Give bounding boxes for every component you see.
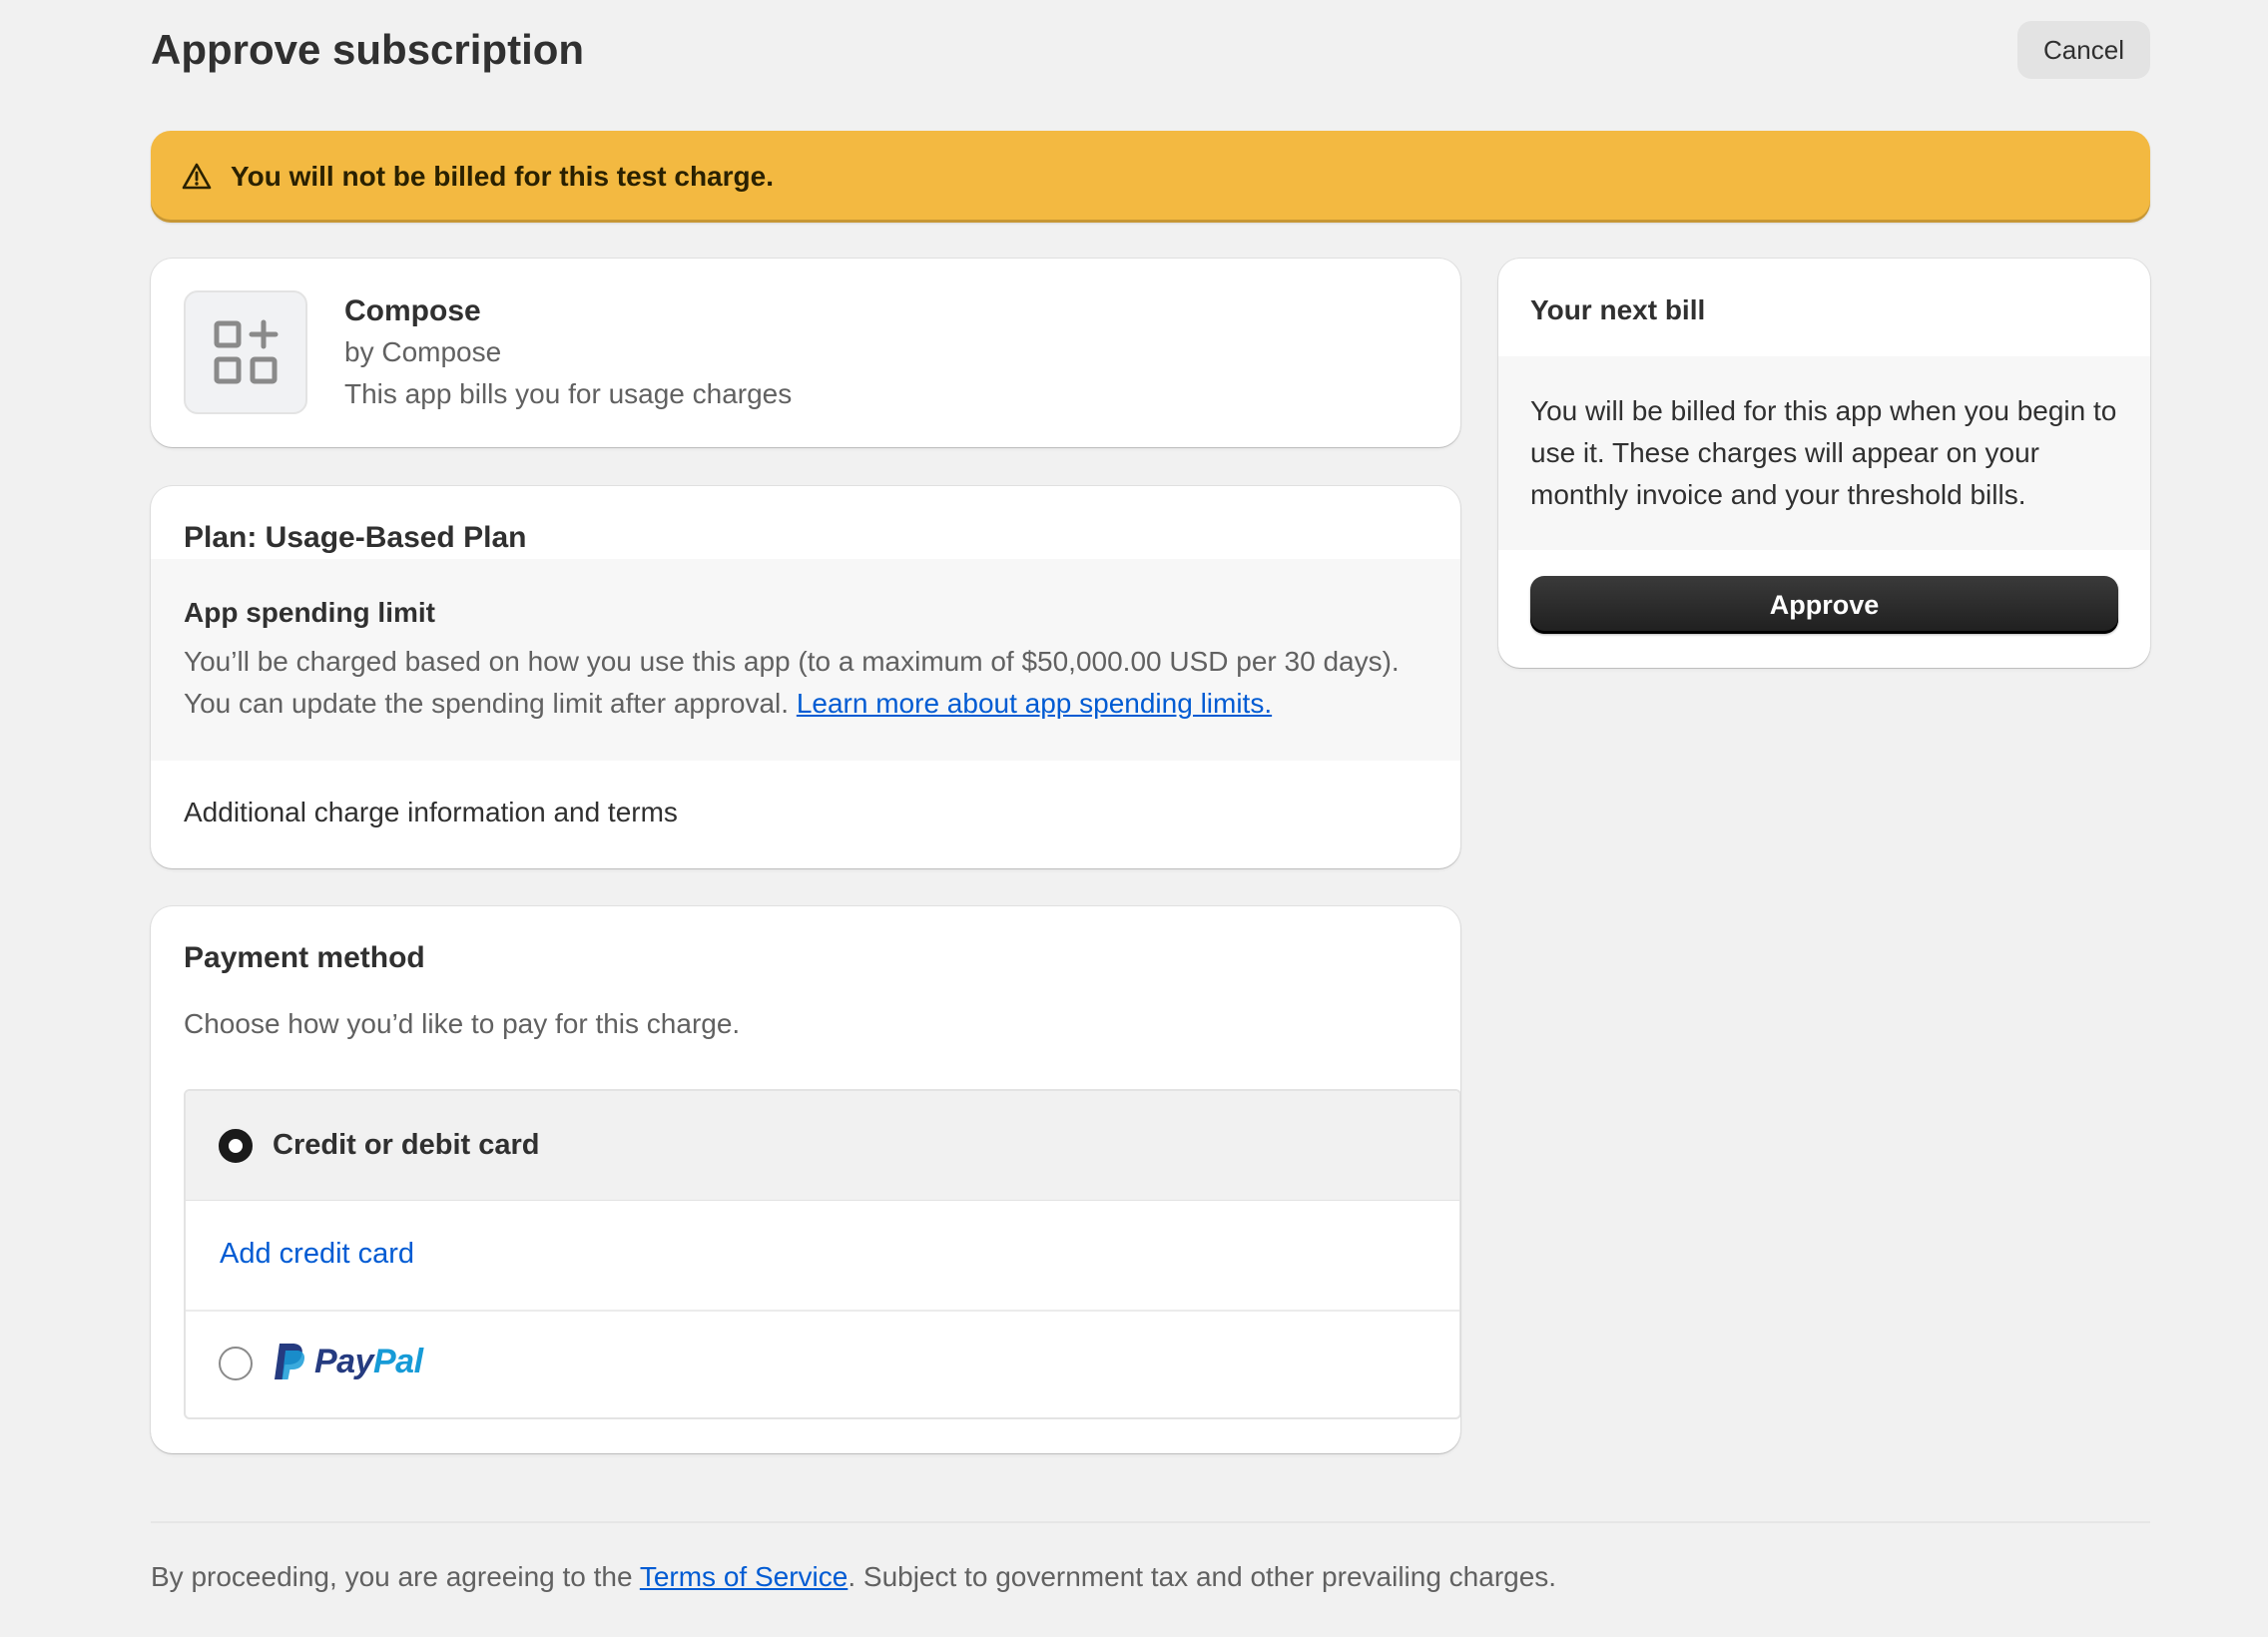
next-bill-title: Your next bill: [1530, 294, 1706, 325]
next-bill-description: You will be billed for this app when you…: [1530, 395, 2117, 510]
banner-text: You will not be billed for this test cha…: [231, 161, 774, 192]
add-credit-card-link[interactable]: Add credit card: [220, 1238, 414, 1271]
test-charge-banner: You will not be billed for this test cha…: [151, 131, 2150, 223]
next-bill-card: Your next bill You will be billed for th…: [1498, 259, 2150, 668]
card-option[interactable]: Credit or debit card: [186, 1091, 1459, 1201]
card-radio[interactable]: [219, 1129, 253, 1163]
spending-limit-description: You’ll be charged based on how you use t…: [184, 641, 1441, 725]
spending-limit-title: App spending limit: [184, 597, 435, 628]
paypal-icon: [275, 1344, 305, 1379]
footer-terms-text: By proceeding, you are agreeing to the T…: [151, 1561, 1556, 1593]
plan-title: Plan: Usage-Based Plan: [184, 521, 527, 554]
terms-of-service-link[interactable]: Terms of Service: [640, 1561, 849, 1592]
footer-prefix: By proceeding, you are agreeing to the: [151, 1561, 640, 1592]
learn-more-spending-limits-link[interactable]: Learn more about app spending limits.: [797, 688, 1272, 719]
app-name: Compose: [344, 294, 481, 327]
paypal-word-pal: Pal: [373, 1342, 423, 1380]
payment-method-subtitle: Choose how you’d like to pay for this ch…: [184, 1008, 741, 1039]
approve-subscription-page: Approve subscription Cancel You will not…: [0, 0, 2268, 1637]
footer-suffix: . Subject to government tax and other pr…: [848, 1561, 1557, 1592]
warning-triangle-icon: [181, 161, 213, 193]
footer-divider: [151, 1521, 2150, 1523]
approve-button[interactable]: Approve: [1530, 576, 2118, 634]
plan-card: Plan: Usage-Based Plan App spending limi…: [151, 486, 1460, 868]
payment-method-title: Payment method: [184, 941, 425, 974]
app-billing-description: This app bills you for usage charges: [344, 378, 793, 409]
app-card: Compose by Compose This app bills you fo…: [151, 259, 1460, 447]
payment-method-card: Payment method Choose how you’d like to …: [151, 906, 1460, 1453]
paypal-radio[interactable]: [219, 1347, 253, 1380]
additional-charge-info[interactable]: Additional charge information and terms: [184, 797, 678, 828]
spending-limit-section: App spending limit You’ll be charged bas…: [151, 559, 1460, 761]
app-thumbnail: [184, 290, 307, 414]
add-card-row: Add credit card: [186, 1200, 1459, 1312]
next-bill-section: You will be billed for this app when you…: [1498, 356, 2150, 550]
paypal-word-pay: Pay: [314, 1342, 374, 1380]
cancel-button[interactable]: Cancel: [2017, 21, 2150, 79]
paypal-option[interactable]: PayPal: [186, 1312, 1459, 1417]
payment-options: Credit or debit card Add credit card Pay…: [184, 1089, 1460, 1419]
card-option-label: Credit or debit card: [273, 1129, 540, 1161]
app-developer: by Compose: [344, 336, 502, 367]
apps-grid-icon: [214, 319, 279, 384]
paypal-logo: PayPal: [273, 1342, 423, 1381]
page-title: Approve subscription: [151, 26, 585, 73]
